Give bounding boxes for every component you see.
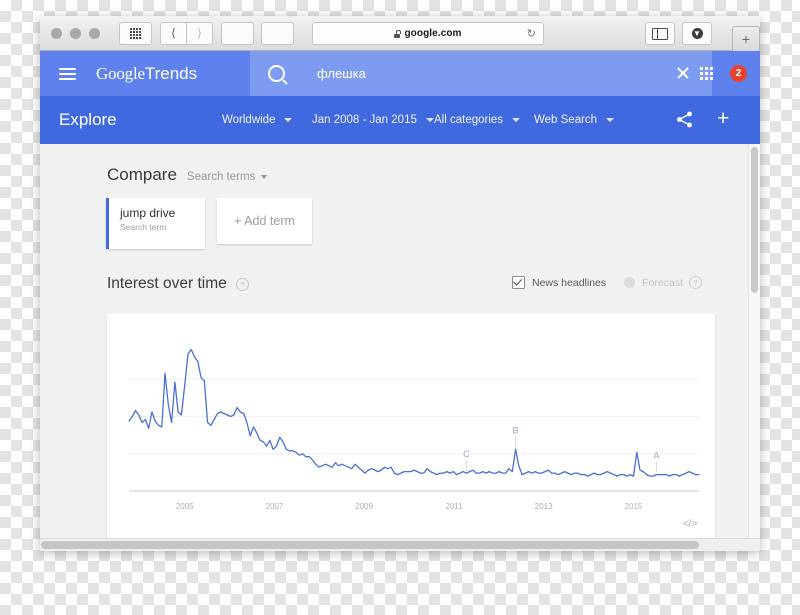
- trends-logo[interactable]: GoogleTrends: [96, 64, 197, 84]
- navigation-buttons: ⟨ ⟩: [160, 21, 213, 45]
- chart-toggles: News headlines Forecast ?: [512, 276, 702, 289]
- vertical-scrollbar[interactable]: [748, 144, 760, 551]
- category-filter-label: All categories: [434, 114, 504, 126]
- chevron-down-icon: [425, 118, 434, 122]
- section-title: Interest over time: [107, 275, 227, 292]
- interest-over-time-header: Interest over time ? News headlines Fore…: [107, 275, 702, 293]
- forecast-help-icon[interactable]: ?: [689, 276, 702, 289]
- search-term-cards: jump drive Search term + Add term: [106, 198, 760, 249]
- download-glyph: ▼: [691, 28, 703, 39]
- minimize-window-button[interactable]: [70, 27, 81, 39]
- chevron-down-icon: [512, 118, 521, 122]
- news-headlines-label: News headlines: [532, 276, 607, 289]
- close-window-button[interactable]: [51, 27, 62, 39]
- x-axis-tick-label: 2005: [176, 502, 194, 511]
- address-bar[interactable]: google.com ↻: [312, 22, 544, 45]
- new-tab-button[interactable]: +: [732, 26, 760, 51]
- chart-series-line: [128, 348, 700, 477]
- search-term-value: флешка: [317, 66, 366, 81]
- search-icon: [268, 65, 285, 82]
- main-content: Compare Search terms jump drive Search t…: [40, 144, 760, 551]
- time-filter-label: Jan 2008 - Jan 2015: [312, 114, 417, 126]
- horizontal-scrollbar[interactable]: [40, 538, 760, 551]
- search-term-label: jump drive: [120, 206, 176, 220]
- download-icon[interactable]: ▼: [682, 22, 712, 45]
- x-axis-tick-label: 2007: [266, 502, 284, 511]
- maximize-window-button[interactable]: [89, 27, 100, 39]
- grid-dots: [130, 27, 141, 39]
- share-icon[interactable]: [675, 110, 694, 129]
- help-icon[interactable]: ?: [235, 277, 249, 291]
- grid-icon[interactable]: [119, 21, 152, 45]
- chevron-right-icon[interactable]: ⟩: [187, 21, 213, 45]
- horizontal-scrollbar-thumb[interactable]: [41, 541, 699, 549]
- x-axis-tick-label: 2015: [625, 502, 643, 511]
- toolbar-right-buttons: ▼: [645, 22, 712, 45]
- window-controls[interactable]: [51, 27, 100, 39]
- add-term-button[interactable]: + Add term: [217, 198, 312, 244]
- browser-window: ⟨ ⟩ google.com ↻ ▼ + GoogleTrends флешка…: [40, 16, 760, 551]
- plus-icon[interactable]: +: [717, 108, 729, 129]
- url-text: google.com: [404, 28, 462, 39]
- explore-bar: Explore Worldwide Jan 2008 - Jan 2015 Al…: [40, 96, 760, 144]
- sidebar-icon[interactable]: [645, 22, 675, 45]
- category-filter[interactable]: All categories: [434, 114, 521, 126]
- x-axis-tick-label: 2009: [355, 502, 373, 511]
- time-filter[interactable]: Jan 2008 - Jan 2015: [312, 114, 434, 126]
- chart-news-markers: C B A: [463, 425, 659, 473]
- region-filter-label: Worldwide: [222, 114, 276, 126]
- notification-badge[interactable]: 2: [730, 65, 747, 82]
- region-filter[interactable]: Worldwide: [222, 114, 293, 126]
- lock-icon: [394, 29, 402, 38]
- search-type-filter[interactable]: Web Search: [534, 114, 615, 126]
- news-marker-label: A: [653, 451, 659, 461]
- news-marker-label: B: [513, 425, 519, 435]
- compare-mode-dropdown[interactable]: Search terms: [186, 171, 268, 183]
- back-glyph: ⟨: [171, 26, 176, 40]
- news-headlines-checkbox[interactable]: [512, 276, 525, 289]
- toolbar-button-1[interactable]: [221, 21, 254, 45]
- embed-icon[interactable]: </>: [683, 518, 698, 530]
- chart-x-axis-labels: 2005 2007 2009 2011 2013 2015: [176, 502, 643, 511]
- vertical-scrollbar-thumb[interactable]: [751, 147, 758, 293]
- search-input[interactable]: флешка: [250, 51, 712, 96]
- browser-toolbar: ⟨ ⟩ google.com ↻ ▼ +: [40, 16, 760, 51]
- chevron-left-icon[interactable]: ⟨: [160, 21, 187, 45]
- chevron-down-icon: [284, 118, 293, 122]
- chevron-down-icon: [606, 118, 615, 122]
- hamburger-icon[interactable]: [59, 67, 76, 80]
- chevron-down-icon: [261, 175, 268, 179]
- toolbar-button-2[interactable]: [261, 21, 294, 45]
- trends-line-chart: 2005 2007 2009 2011 2013 2015 C B A: [128, 348, 700, 511]
- page-viewport: GoogleTrends флешка 2 Explore Worldwide …: [40, 51, 760, 551]
- close-icon[interactable]: [676, 66, 690, 80]
- page-title: Explore: [59, 110, 117, 129]
- trends-header: GoogleTrends флешка 2: [40, 51, 760, 96]
- chart-gridlines: [129, 378, 699, 455]
- compare-title: Compare: [107, 165, 177, 184]
- x-axis-tick-label: 2013: [535, 502, 553, 511]
- brand-google: Google: [96, 63, 145, 83]
- forecast-toggle[interactable]: [624, 277, 636, 288]
- brand-trends: Trends: [144, 63, 198, 83]
- sidebar-glyph: [652, 27, 668, 40]
- x-axis-tick-label: 2011: [445, 502, 463, 511]
- search-term-card[interactable]: jump drive Search term: [106, 198, 205, 249]
- apps-grid-icon[interactable]: [700, 67, 713, 80]
- interest-over-time-chart[interactable]: 2005 2007 2009 2011 2013 2015 C B A </>: [107, 314, 715, 538]
- forecast-label: Forecast: [642, 276, 683, 289]
- search-term-type: Search term: [120, 222, 167, 232]
- compare-header: Compare Search terms: [40, 144, 760, 185]
- search-type-filter-label: Web Search: [534, 114, 598, 126]
- reload-icon[interactable]: ↻: [527, 27, 536, 40]
- compare-mode-label: Search terms: [186, 171, 256, 183]
- news-marker-label: C: [463, 449, 470, 459]
- forward-glyph: ⟩: [197, 26, 202, 40]
